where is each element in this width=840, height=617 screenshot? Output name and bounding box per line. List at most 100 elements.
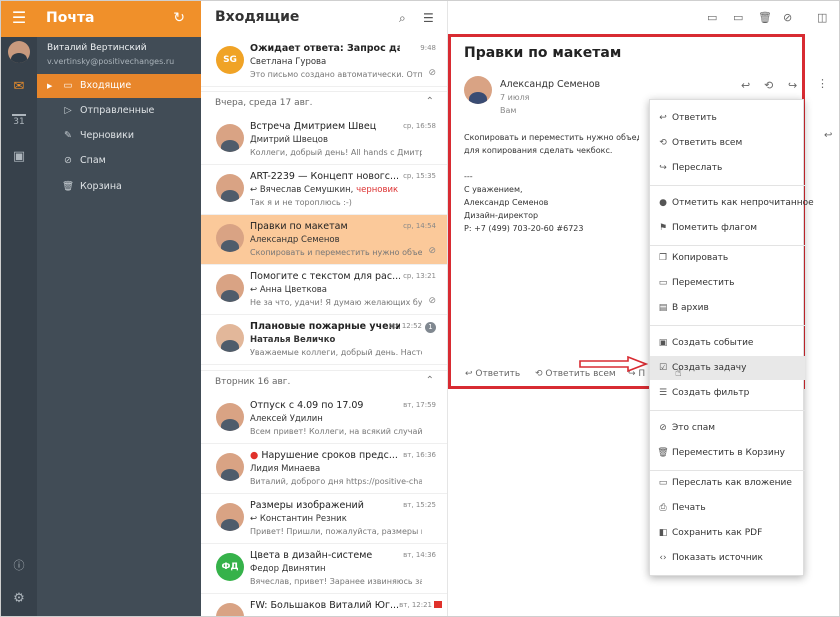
menu-item-move-trash[interactable]: 🗑 Переместить в Корзину (650, 441, 805, 465)
menu-item-forward[interactable]: ↪ Переслать (650, 156, 805, 180)
subject-text: Нарушение сроков предс... (261, 450, 398, 461)
mail-icon[interactable]: ✉ (1, 79, 37, 94)
list-item[interactable]: FW: Большаков Виталий Юг... вт, 12:21 (201, 594, 447, 616)
avatar (216, 503, 244, 531)
message-from: Наталья Величко (250, 335, 336, 345)
menu-icon[interactable]: ☰ (1, 1, 37, 37)
settings-icon[interactable]: ⚙ (1, 591, 37, 606)
message-date: ср, 15:35 (403, 172, 436, 180)
folder-label: Отправленные (80, 105, 155, 116)
user-name: Виталий Вертинский (47, 43, 147, 53)
avatar (216, 403, 244, 431)
contacts-icon[interactable]: ▣ (1, 149, 37, 164)
menu-divider (650, 410, 805, 411)
avatar (216, 124, 244, 152)
message-date: вт, 14:36 (403, 551, 436, 559)
message-snippet: Скопировать и переместить нужно объеди..… (250, 248, 422, 257)
move-icon[interactable]: ▭ (733, 11, 743, 24)
avatar (216, 224, 244, 252)
menu-item-move[interactable]: ▭ Переместить (650, 271, 805, 295)
expand-arrow-icon[interactable]: ▶ (47, 74, 52, 98)
hidden-action-icon[interactable]: ↩ (824, 130, 832, 141)
menu-item-create-event[interactable]: ▣ Создать событие (650, 331, 805, 355)
menu-item-copy[interactable]: ❐ Копировать (650, 246, 805, 270)
footer-reply[interactable]: ↩ Ответить (465, 369, 520, 379)
calendar-icon[interactable]: 31 (12, 114, 26, 128)
message-subject: FW: Большаков Виталий Юг... (250, 600, 399, 611)
list-item[interactable]: Отпуск с 4.09 по 17.09 вт, 17:59 Алексей… (201, 394, 447, 444)
list-item[interactable]: ● Нарушение сроков предс... вт, 16:36 Ли… (201, 444, 447, 494)
list-item-selected[interactable]: Правки по макетам ср, 14:54 Александр Се… (201, 215, 447, 265)
folder-trash[interactable]: 🗑 Корзина (37, 175, 201, 199)
spam-icon[interactable]: ⊘ (783, 11, 792, 24)
user-avatar[interactable] (8, 41, 30, 63)
filter-icon[interactable]: ☰ (423, 11, 434, 25)
menu-item-create-filter[interactable]: ☰ Создать фильтр (650, 381, 805, 405)
menu-item-spam[interactable]: ⊘ Это спам (650, 416, 805, 440)
menu-item-reply[interactable]: ↩ Ответить (650, 106, 805, 130)
menu-item-mark-unread[interactable]: ● Отметить как непрочитанное (650, 191, 814, 215)
thread-count-badge: 1 (425, 322, 436, 333)
delete-icon[interactable]: 🗑 (758, 11, 772, 24)
reply-all-icon[interactable]: ⟲ (764, 79, 773, 92)
message-date: ср, 12:52 (389, 322, 422, 330)
menu-item-show-source[interactable]: ‹› Показать источник (650, 546, 805, 570)
list-item[interactable]: ART-2239 — Концепт новогс... ср, 15:35 ↩… (201, 165, 447, 215)
help-icon[interactable]: ⓘ (1, 557, 37, 573)
menu-item-forward-attachment[interactable]: ▭ Переслать как вложение (650, 471, 805, 495)
archive-icon[interactable]: ▭ (707, 11, 717, 24)
sidebar-header: Почта ↻ (37, 1, 201, 37)
folder-sent[interactable]: ▷ Отправленные (37, 99, 201, 123)
menu-item-save-pdf[interactable]: ◧ Сохранить как PDF (650, 521, 805, 545)
reply-icon: ↩ (659, 113, 667, 123)
reply-label: Ответить (475, 369, 521, 379)
message-subject: ● Нарушение сроков предс... (250, 450, 400, 461)
layout-toggle-icon[interactable]: ◫ (817, 11, 827, 24)
list-item[interactable]: ФД Цвета в дизайн-системе вт, 14:36 Федо… (201, 544, 447, 594)
avatar (216, 603, 244, 616)
attachment-icon: ⊘ (428, 296, 436, 306)
menu-item-reply-all[interactable]: ⟲ Ответить всем (650, 131, 805, 155)
message-date: вт, 17:59 (403, 401, 436, 409)
message-subject: Отпуск с 4.09 по 17.09 (250, 400, 364, 411)
message-subject: Цвета в дизайн-системе (250, 550, 373, 561)
folder-inbox[interactable]: ▶ ▭ Входящие (37, 74, 201, 98)
message-from: Лидия Минаева (250, 464, 321, 474)
forward-icon[interactable]: ↪ (788, 79, 797, 92)
folder-drafts[interactable]: ✎ Черновики (37, 124, 201, 148)
folder-label: Спам (80, 155, 106, 166)
group-label: Вчера, среда 17 авг. (215, 98, 313, 108)
message-date: ср, 13:21 (403, 272, 436, 280)
list-title: Входящие (215, 9, 300, 25)
reply-icon: ↩ (250, 185, 260, 195)
app-title: Почта (46, 10, 95, 26)
list-item[interactable]: Помогите с текстом для рас... ср, 13:21 … (201, 265, 447, 315)
forward-icon: ↪ (659, 163, 667, 173)
list-item[interactable]: SG Ожидает ответа: Запрос данных 9:48 Св… (201, 37, 447, 87)
reply-icon[interactable]: ↩ (741, 79, 750, 92)
search-icon[interactable]: ⌕ (399, 11, 406, 26)
message-snippet: Не за что, удачи! Я думаю желающих буде.… (250, 298, 422, 307)
spam-icon: ⊘ (659, 423, 667, 433)
menu-label: Ответить всем (672, 138, 743, 148)
menu-item-archive[interactable]: ▤ В архив (650, 296, 805, 320)
message-from: Федор Двинятин (250, 564, 326, 574)
folder-spam[interactable]: ⊘ Спам (37, 149, 201, 173)
collapse-icon[interactable]: ⌃ (426, 96, 434, 107)
message-subject: Правки по макетам (250, 221, 348, 232)
recipient: Вам (500, 106, 517, 115)
refresh-icon[interactable]: ↻ (173, 10, 185, 26)
more-icon[interactable]: ⋮ (817, 77, 828, 90)
menu-item-flag[interactable]: ⚑ Пометить флагом (650, 216, 805, 240)
flag-icon: ⚑ (658, 223, 668, 233)
menu-item-print[interactable]: ⎙ Печать (650, 496, 805, 520)
menu-item-create-task[interactable]: ☑ Создать задачу (650, 356, 805, 380)
message-snippet: Коллеги, добрый день! All hands с Дмитри… (250, 148, 422, 157)
list-item[interactable]: Размеры изображений вт, 15:25 ↩ Констант… (201, 494, 447, 544)
message-subject: Размеры изображений (250, 500, 364, 511)
filter-icon: ☰ (658, 388, 668, 398)
message-snippet: Виталий, доброго дня https://positive-ch… (250, 477, 422, 486)
list-item[interactable]: Встреча Дмитрием Швец ср, 16:58 Дмитрий … (201, 115, 447, 165)
collapse-icon[interactable]: ⌃ (426, 375, 434, 386)
list-item[interactable]: Плановые пожарные учени ср, 12:52 1 Ната… (201, 315, 447, 365)
